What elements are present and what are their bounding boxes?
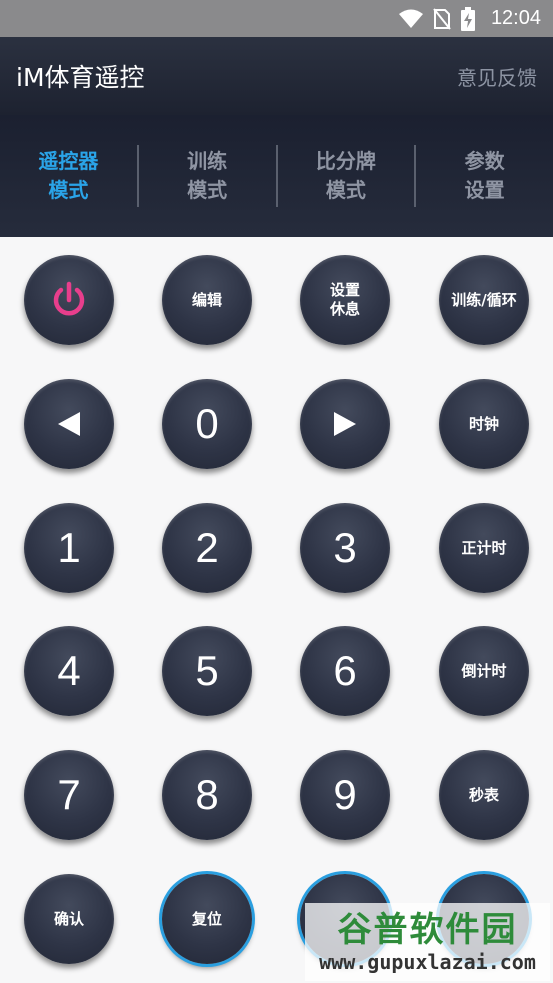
count-up-label: 正计时 bbox=[461, 538, 507, 557]
set-rest-label-line1: 设置 bbox=[329, 281, 360, 299]
digit-6-label: 6 bbox=[333, 647, 357, 694]
tab-label-line1: 参数 bbox=[464, 149, 505, 173]
power-button[interactable] bbox=[24, 255, 114, 345]
digit-0-button[interactable]: 0 bbox=[162, 379, 252, 469]
digit-1-label: 1 bbox=[57, 524, 81, 571]
no-sim-icon bbox=[433, 7, 451, 30]
confirm-label: 确认 bbox=[53, 909, 84, 928]
digit-7-label: 7 bbox=[57, 771, 81, 818]
status-bar: 12:04 bbox=[0, 0, 553, 37]
digit-6-button[interactable]: 6 bbox=[300, 626, 390, 716]
stopwatch-button[interactable]: 秒表 bbox=[439, 750, 529, 840]
watermark-title: 谷普软件园 bbox=[337, 910, 518, 950]
digit-9-button[interactable]: 9 bbox=[300, 750, 390, 840]
watermark-logo: 谷普软件园 www.gupuxlazai.com bbox=[305, 903, 550, 981]
triangle-right-icon bbox=[334, 412, 356, 436]
tab-label-line2: 模式 bbox=[325, 178, 366, 202]
digit-3-button[interactable]: 3 bbox=[300, 503, 390, 593]
stopwatch-label: 秒表 bbox=[468, 785, 499, 804]
app-title: iM体育遥控 bbox=[16, 63, 145, 92]
train-loop-button[interactable]: 训练/循环 bbox=[439, 255, 529, 345]
tab-label-line2: 模式 bbox=[187, 178, 228, 202]
app-bar: iM体育遥控 意见反馈 bbox=[0, 37, 553, 115]
reset-label: 复位 bbox=[191, 909, 222, 928]
right-arrow-button[interactable] bbox=[300, 379, 390, 469]
set-rest-label-line2: 休息 bbox=[329, 300, 360, 318]
triangle-left-icon bbox=[58, 412, 80, 436]
tab-label-line1: 训练 bbox=[187, 149, 228, 173]
power-icon bbox=[53, 281, 85, 316]
digit-5-button[interactable]: 5 bbox=[162, 626, 252, 716]
feedback-link[interactable]: 意见反馈 bbox=[457, 62, 537, 91]
digit-3-label: 3 bbox=[333, 524, 357, 571]
battery-charging-icon bbox=[460, 6, 475, 31]
digit-0-label: 0 bbox=[195, 400, 219, 447]
edit-button[interactable]: 编辑 bbox=[162, 255, 252, 345]
digit-4-button[interactable]: 4 bbox=[24, 626, 114, 716]
digit-9-label: 9 bbox=[333, 771, 357, 818]
reset-button[interactable]: 复位 bbox=[162, 874, 252, 964]
tab-parameter-settings[interactable]: 参数 设置 bbox=[416, 145, 553, 207]
edit-label: 编辑 bbox=[191, 290, 222, 309]
digit-2-label: 2 bbox=[195, 524, 219, 571]
status-time: 12:04 bbox=[490, 7, 541, 29]
clock-label: 时钟 bbox=[468, 414, 499, 433]
set-rest-button[interactable]: 设置 休息 bbox=[300, 255, 390, 345]
digit-4-label: 4 bbox=[57, 647, 81, 694]
tab-label-line2: 设置 bbox=[464, 178, 505, 202]
tab-label-line2: 模式 bbox=[48, 178, 89, 202]
mode-tabs: 遥控器模式 训练模式 比分牌模式 参数设置 bbox=[0, 115, 553, 237]
tab-remote-mode[interactable]: 遥控器 模式 bbox=[0, 145, 139, 207]
digit-7-button[interactable]: 7 bbox=[24, 750, 114, 840]
digit-1-button[interactable]: 1 bbox=[24, 503, 114, 593]
train-loop-label: 训练/循环 bbox=[451, 290, 517, 309]
wifi-icon bbox=[398, 9, 423, 28]
left-arrow-button[interactable] bbox=[24, 379, 114, 469]
confirm-button[interactable]: 确认 bbox=[24, 874, 114, 964]
clock-button[interactable]: 时钟 bbox=[439, 379, 529, 469]
digit-8-label: 8 bbox=[195, 771, 219, 818]
digit-2-button[interactable]: 2 bbox=[162, 503, 252, 593]
digit-8-button[interactable]: 8 bbox=[162, 750, 252, 840]
count-down-button[interactable]: 倒计时 bbox=[439, 626, 529, 716]
watermark-url: www.gupuxlazai.com bbox=[319, 950, 536, 974]
tab-scoreboard-mode[interactable]: 比分牌 模式 bbox=[278, 145, 417, 207]
count-up-button[interactable]: 正计时 bbox=[439, 503, 529, 593]
digit-5-label: 5 bbox=[195, 647, 219, 694]
count-down-label: 倒计时 bbox=[461, 661, 507, 680]
remote-keypad: 编辑 设置 休息 训练/循环 0 时钟 1 2 3 正计时 4 5 6 倒计时 … bbox=[0, 237, 553, 983]
tab-label-line1: 遥控器 bbox=[38, 149, 99, 173]
tab-label-line1: 比分牌 bbox=[315, 149, 376, 173]
tab-training-mode[interactable]: 训练 模式 bbox=[139, 145, 278, 207]
